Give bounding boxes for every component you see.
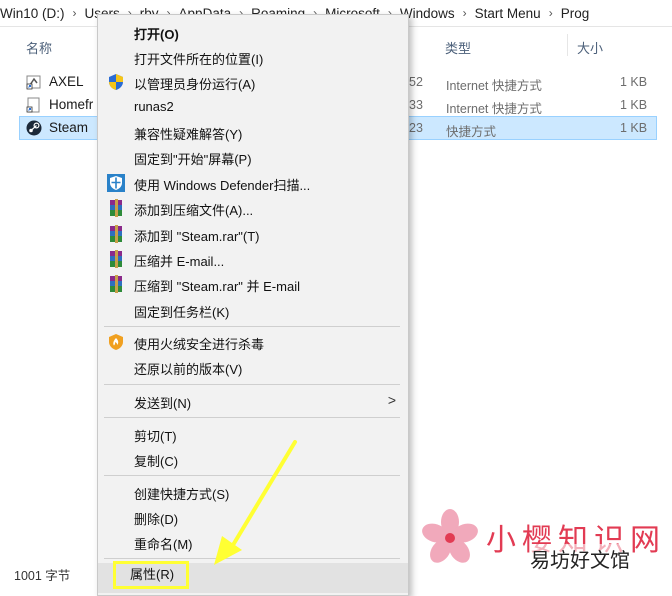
column-header-name[interactable]: 名称: [26, 38, 52, 57]
menu-item-label: 使用火绒安全进行杀毒: [134, 337, 265, 352]
menu-separator: [104, 326, 400, 327]
defender-shield-icon: [107, 174, 125, 192]
menu-item-runas2[interactable]: runas2: [98, 95, 408, 119]
column-divider[interactable]: [567, 34, 568, 56]
menu-item-label: 删除(D): [134, 512, 179, 527]
menu-item-open[interactable]: 打开(O): [98, 20, 408, 44]
menu-item-cut[interactable]: 剪切(T): [98, 422, 408, 446]
breadcrumb-drive[interactable]: Win10 (D:): [0, 6, 65, 21]
menu-item-label: 压缩到 "Steam.rar" 并 E-mail: [134, 279, 300, 294]
file-date: 52: [409, 75, 423, 89]
file-type: 快捷方式: [446, 125, 497, 139]
winrar-icon: [110, 225, 122, 243]
context-menu: 打开(O) 打开文件所在的位置(I) 以管理员身份运行(A) runas2 兼容…: [97, 14, 409, 596]
menu-item-label: 以管理员身份运行(A): [134, 77, 256, 92]
file-name: Steam: [49, 120, 89, 135]
column-header-size[interactable]: 大小: [577, 38, 603, 57]
menu-separator: [104, 475, 400, 476]
menu-item-label: 重命名(M): [134, 537, 193, 552]
watermark-subtitle: 易坊好文馆: [530, 544, 630, 573]
menu-item-label: 发送到(N): [134, 396, 192, 411]
menu-separator: [104, 417, 400, 418]
file-name: Homefr: [49, 97, 94, 112]
menu-item-label: 固定到任务栏(K): [134, 305, 230, 320]
menu-item-copy[interactable]: 复制(C): [98, 447, 408, 471]
file-date: 23: [409, 121, 423, 135]
winrar-icon: [110, 199, 122, 217]
internet-shortcut-icon: [26, 75, 41, 90]
menu-item-rename[interactable]: 重命名(M): [98, 530, 408, 554]
menu-separator: [104, 558, 400, 559]
menu-item-label: 创建快捷方式(S): [134, 487, 230, 502]
menu-item-label: 复制(C): [134, 454, 179, 469]
menu-item-create-shortcut[interactable]: 创建快捷方式(S): [98, 480, 408, 504]
breadcrumb-chevron-icon: ›: [462, 6, 467, 20]
menu-item-label: 压缩并 E-mail...: [134, 254, 225, 269]
menu-item-label: 剪切(T): [134, 429, 177, 444]
menu-item-label: 兼容性疑难解答(Y): [134, 127, 243, 142]
menu-item-add-to-steam-rar[interactable]: 添加到 "Steam.rar"(T): [98, 222, 408, 246]
huorong-icon: [109, 334, 123, 350]
menu-item-restore-previous-versions[interactable]: 还原以前的版本(V): [98, 355, 408, 379]
breadcrumb-chevron-icon: ›: [548, 6, 553, 20]
menu-item-compat-troubleshoot[interactable]: 兼容性疑难解答(Y): [98, 120, 408, 144]
menu-item-huorong-scan[interactable]: 使用火绒安全进行杀毒: [98, 330, 408, 354]
menu-separator: [104, 384, 400, 385]
cherry-blossom-logo-icon: [422, 509, 478, 563]
menu-item-label: runas2: [134, 99, 174, 114]
menu-item-label: 打开文件所在的位置(I): [134, 52, 264, 67]
column-header-type[interactable]: 类型: [445, 38, 471, 57]
menu-item-compress-email[interactable]: 压缩并 E-mail...: [98, 247, 408, 271]
menu-item-delete[interactable]: 删除(D): [98, 505, 408, 529]
submenu-chevron-icon: >: [387, 392, 396, 408]
menu-item-defender-scan[interactable]: 使用 Windows Defender扫描...: [98, 171, 408, 195]
menu-item-label: 添加到 "Steam.rar"(T): [134, 229, 260, 244]
menu-item-label: 使用 Windows Defender扫描...: [134, 178, 311, 193]
file-name: AXEL: [49, 74, 84, 89]
menu-item-pin-to-start[interactable]: 固定到"开始"屏幕(P): [98, 145, 408, 169]
file-type: Internet 快捷方式: [446, 102, 542, 116]
winrar-icon: [110, 250, 122, 268]
menu-item-open-file-location[interactable]: 打开文件所在的位置(I): [98, 45, 408, 69]
breadcrumb-programs[interactable]: Prog: [561, 6, 590, 21]
uac-shield-icon: [109, 74, 123, 90]
file-size: 1 KB: [620, 121, 648, 135]
menu-item-send-to[interactable]: 发送到(N) >: [98, 389, 408, 413]
menu-item-pin-to-taskbar[interactable]: 固定到任务栏(K): [98, 298, 408, 322]
menu-item-properties[interactable]: 属性(R): [98, 561, 408, 593]
menu-item-run-as-admin[interactable]: 以管理员身份运行(A): [98, 70, 408, 94]
menu-item-label: 属性(R): [113, 561, 190, 589]
menu-item-label: 打开(O): [134, 27, 179, 42]
breadcrumb-chevron-icon: ›: [72, 6, 77, 20]
file-size: 1 KB: [620, 75, 648, 89]
file-type: Internet 快捷方式: [446, 79, 542, 93]
breadcrumb-start-menu[interactable]: Start Menu: [475, 6, 541, 21]
status-bar-size: 1001 字节: [14, 569, 71, 583]
menu-item-compress-to-steam-rar-email[interactable]: 压缩到 "Steam.rar" 并 E-mail: [98, 272, 408, 296]
steam-icon: [26, 120, 42, 136]
file-size: 1 KB: [620, 98, 648, 112]
menu-item-label: 还原以前的版本(V): [134, 362, 243, 377]
internet-shortcut-icon: [26, 97, 40, 113]
file-date: 33: [409, 98, 423, 112]
menu-item-add-to-archive[interactable]: 添加到压缩文件(A)...: [98, 196, 408, 220]
menu-item-label: 添加到压缩文件(A)...: [134, 203, 254, 218]
winrar-icon: [110, 275, 122, 293]
menu-item-label: 固定到"开始"屏幕(P): [134, 152, 252, 167]
